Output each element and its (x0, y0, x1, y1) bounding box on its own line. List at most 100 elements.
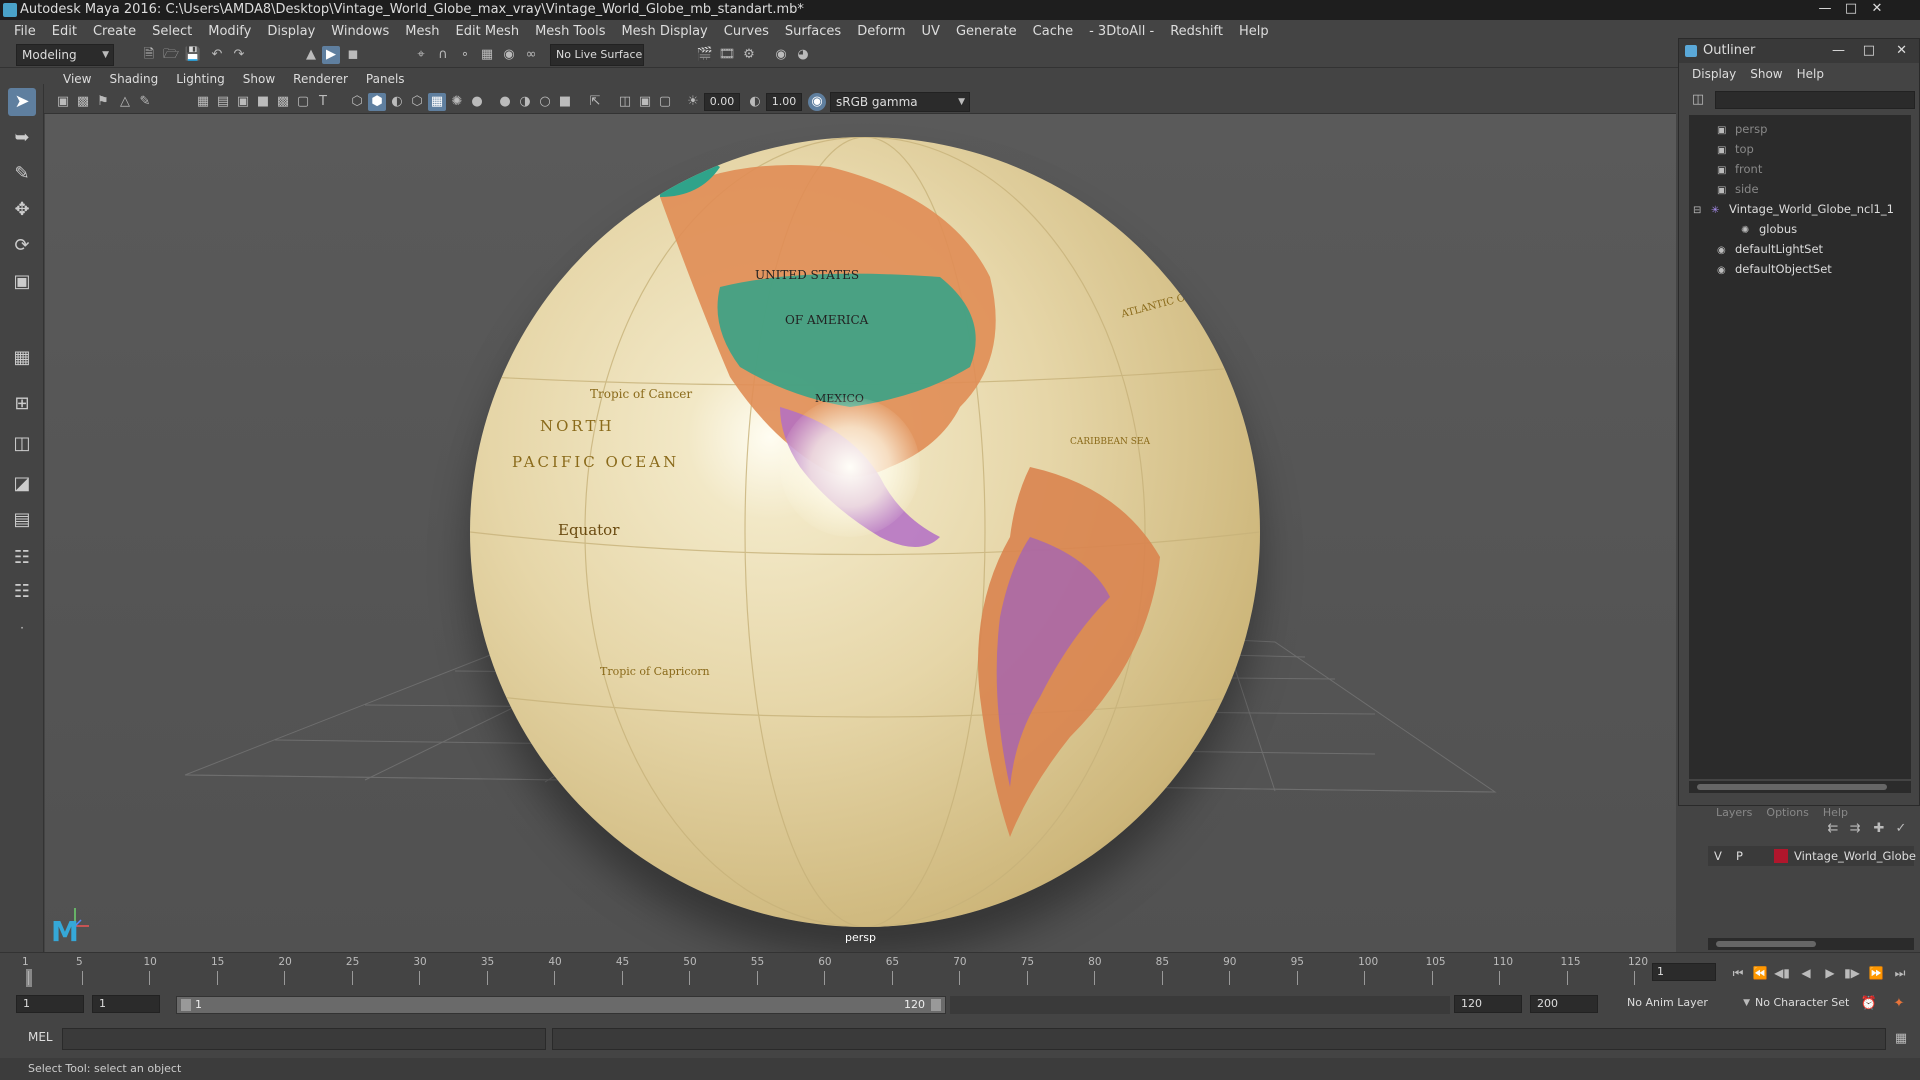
outliner-search-input[interactable] (1715, 91, 1915, 109)
outliner-hscrollbar[interactable] (1689, 781, 1911, 793)
layer-hscrollbar[interactable] (1708, 938, 1914, 950)
safe-action-icon[interactable]: ▢ (294, 93, 312, 111)
smooth-shade-icon[interactable]: ⬢ (368, 93, 386, 111)
menu-create[interactable]: Create (85, 24, 144, 39)
menu-generate[interactable]: Generate (948, 24, 1025, 39)
outliner-item-persp[interactable]: ▣ persp (1717, 119, 1767, 139)
scroll-thumb[interactable] (1697, 784, 1887, 790)
layer-menu-help[interactable]: Help (1823, 806, 1848, 819)
anti-aliasing-icon[interactable]: ○ (536, 93, 554, 111)
shadows-icon[interactable]: ● (468, 93, 486, 111)
maximize-icon[interactable]: □ (1838, 0, 1864, 18)
outliner-item-front[interactable]: ▣ front (1717, 159, 1762, 179)
outliner-item-side[interactable]: ▣ side (1717, 179, 1759, 199)
layer-playback-toggle[interactable]: P (1736, 846, 1743, 866)
outliner-item-globus[interactable]: ✺ globus (1741, 219, 1797, 239)
mel-input[interactable] (62, 1028, 546, 1050)
outliner-filter-icon[interactable]: ◫ (1689, 91, 1707, 109)
step-back-key-icon[interactable]: ⏪ (1750, 965, 1770, 981)
image-plane-icon[interactable]: △ (116, 93, 134, 111)
anim-layer-dropdown[interactable]: No Anim Layer ▼ (1622, 994, 1750, 1014)
more-layouts-icon[interactable]: · (8, 614, 36, 642)
layer-color-swatch[interactable] (1774, 849, 1788, 863)
range-start-handle[interactable] (181, 999, 191, 1011)
textured-icon[interactable]: ▦ (428, 93, 446, 111)
backface-culling-icon[interactable]: ▢ (656, 93, 674, 111)
snap-grid-icon[interactable]: ⌖ (412, 46, 430, 64)
current-frame-field[interactable]: 1 (1652, 963, 1716, 981)
select-hierarchy-icon[interactable]: ▲ (302, 46, 320, 64)
field-chart-icon[interactable]: ▩ (274, 93, 292, 111)
xray-icon[interactable]: ⬡ (408, 93, 426, 111)
viewport-persp[interactable]: UNITED STATES OF AMERICA MEXICO Tropic o… (45, 114, 1676, 952)
paint-select-icon[interactable]: ✎ (8, 160, 36, 188)
current-time-marker[interactable] (26, 969, 32, 987)
camera-icon[interactable]: ▣ (54, 93, 72, 111)
motion-blur-icon[interactable]: ◑ (516, 93, 534, 111)
menu-3dtoall[interactable]: - 3DtoAll - (1081, 24, 1162, 39)
exposure-icon[interactable]: ☀ (684, 93, 702, 111)
render-settings-icon[interactable]: ⚙ (740, 46, 758, 64)
resolution-gate-icon[interactable]: ▣ (234, 93, 252, 111)
outliner-titlebar[interactable]: Outliner — □ ✕ (1679, 39, 1919, 63)
playback-end-field[interactable]: 120 (1454, 995, 1522, 1013)
undo-icon[interactable]: ↶ (208, 46, 226, 64)
menu-help[interactable]: Help (1231, 24, 1277, 39)
outliner-maximize-icon[interactable]: □ (1863, 39, 1875, 63)
render-view-icon[interactable]: ◕ (794, 46, 812, 64)
menu-select[interactable]: Select (144, 24, 200, 39)
redo-icon[interactable]: ↷ (230, 46, 248, 64)
layout-grid-icon[interactable]: ☷ (8, 578, 36, 606)
outliner-minimize-icon[interactable]: — (1832, 39, 1845, 63)
xray-joints-icon[interactable]: ◫ (616, 93, 634, 111)
character-set-dropdown[interactable]: No Character Set (1750, 994, 1860, 1014)
scale-tool-icon[interactable]: ▣ (8, 268, 36, 296)
save-scene-icon[interactable]: 💾 (184, 46, 202, 64)
live-surface-field[interactable]: No Live Surface (550, 44, 644, 66)
camera-attributes-icon[interactable]: ▩ (74, 93, 92, 111)
ipr-render-icon[interactable]: 🎞 (718, 46, 736, 64)
layer-visibility-toggle[interactable]: V (1714, 846, 1722, 866)
bookmark-icon[interactable]: ⚑ (94, 93, 112, 111)
snap-view-icon[interactable]: ▦ (478, 46, 496, 64)
persp-outliner-icon[interactable]: ◪ (8, 470, 36, 498)
grid-toggle-icon[interactable]: ▦ (194, 93, 212, 111)
color-management-icon[interactable]: ◉ (808, 93, 826, 111)
outliner-menu-display[interactable]: Display (1685, 67, 1743, 81)
new-scene-icon[interactable]: 🗎 (140, 46, 158, 64)
snap-point-icon[interactable]: ∘ (456, 46, 474, 64)
step-forward-frame-icon[interactable]: ▮▶ (1842, 965, 1862, 981)
move-tool-icon[interactable]: ✥ (8, 196, 36, 224)
persp-graph-icon[interactable]: ▤ (8, 506, 36, 534)
menu-mesh-display[interactable]: Mesh Display (613, 24, 715, 39)
layer-menu-options[interactable]: Options (1766, 806, 1808, 819)
layer-move-up-icon[interactable]: ⇇ (1824, 820, 1842, 838)
menu-uv[interactable]: UV (914, 24, 948, 39)
panel-menu-panels[interactable]: Panels (357, 72, 414, 86)
layer-row[interactable]: V P Vintage_World_Globe (1708, 846, 1916, 866)
menu-windows[interactable]: Windows (323, 24, 397, 39)
collapse-icon[interactable]: ⊟ (1693, 201, 1707, 221)
lasso-tool-icon[interactable]: ➥ (8, 124, 36, 152)
outliner-item-globe-group[interactable]: ⊟ ✳ Vintage_World_Globe_ncl1_1 (1693, 199, 1894, 219)
menu-modify[interactable]: Modify (200, 24, 259, 39)
scene-start-field[interactable]: 1 (16, 995, 84, 1013)
menu-mesh-tools[interactable]: Mesh Tools (527, 24, 613, 39)
animation-prefs-icon[interactable]: ✦ (1890, 995, 1908, 1013)
globe-model[interactable]: UNITED STATES OF AMERICA MEXICO Tropic o… (470, 137, 1260, 927)
depth-of-field-icon[interactable]: ■ (556, 93, 574, 111)
play-backwards-icon[interactable]: ◀ (1796, 965, 1816, 981)
panel-menu-renderer[interactable]: Renderer (284, 72, 357, 86)
scene-end-field[interactable]: 200 (1530, 995, 1598, 1013)
mel-label[interactable]: MEL (28, 1030, 53, 1044)
film-gate-icon[interactable]: ▤ (214, 93, 232, 111)
menu-mesh[interactable]: Mesh (397, 24, 447, 39)
go-to-start-icon[interactable]: ⏮ (1728, 965, 1748, 981)
outliner-close-icon[interactable]: ✕ (1896, 39, 1907, 63)
isolate-select-icon[interactable]: ⇱ (586, 93, 604, 111)
close-icon[interactable]: ✕ (1864, 0, 1890, 18)
color-space-dropdown[interactable]: sRGB gamma ▼ (830, 92, 970, 112)
step-back-frame-icon[interactable]: ◀▮ (1772, 965, 1792, 981)
menu-cache[interactable]: Cache (1025, 24, 1081, 39)
four-pane-icon[interactable]: ⊞ (8, 390, 36, 418)
